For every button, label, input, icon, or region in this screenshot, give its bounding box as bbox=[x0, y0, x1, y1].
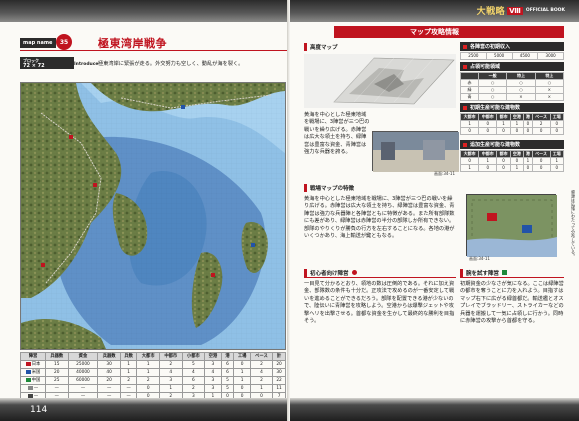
map-grid bbox=[21, 83, 285, 349]
flag-icon bbox=[27, 385, 33, 390]
strategy-info-title: マップ攻略情報 bbox=[410, 28, 459, 36]
book-logo-numeral: Ⅷ bbox=[507, 6, 523, 15]
forces-table-header: 陣営 兵器数 資金 兵器数 兵数 大都市 中都市 小都市 空港 港 工場 ベース… bbox=[20, 352, 286, 361]
flag-icon bbox=[27, 393, 33, 398]
right-bottom-band bbox=[290, 398, 579, 421]
china-flag-icon bbox=[502, 270, 508, 275]
introduce-label: Introduce bbox=[74, 62, 99, 67]
left-page-number: 114 bbox=[30, 405, 48, 415]
book-spread: map name 35 極東湾岸戦争 ブロック 72 × 72 Introduc… bbox=[0, 0, 579, 421]
added-production-header: 追加生産可能な建物数 bbox=[460, 140, 564, 149]
left-page: map name 35 極東湾岸戦争 ブロック 72 × 72 Introduc… bbox=[0, 0, 289, 421]
marker-icon bbox=[351, 270, 357, 275]
features-text: 黄海を中心とした極東地域を戦場に、3陣営が三つ巴の戦いを繰り広げる。赤陣営は広大… bbox=[304, 196, 455, 240]
overview-text: 黄海を中心とした極東地域を戦場に、3陣営が三つ巴の戦いを繰り広げる。赤陣営は広大… bbox=[304, 112, 370, 156]
initial-move-heading: 初心者向け陣営 bbox=[304, 268, 456, 278]
strategy-info-header: マップ攻略情報 bbox=[334, 26, 564, 38]
battle-map-features-heading: 戦場マップの特徴 bbox=[304, 183, 354, 193]
screenshot-2: 画面:34-11 bbox=[466, 194, 557, 261]
initial-production-header: 初期生産可能な建物数 bbox=[460, 103, 564, 112]
initial-forces-header: 各陣営の初期収入 bbox=[460, 42, 564, 51]
introduce-text: 極東湾岸に緊張が走る。外交努力も空しく、動乱が海を裂く。 bbox=[98, 61, 244, 67]
screenshot-1: 画面:34-11 bbox=[372, 131, 459, 176]
initial-move-text: 一目見て分かるとおり、領地の数は圧倒的である。それに加え資金、部隊数の条件も十分… bbox=[304, 281, 455, 325]
battle-map bbox=[20, 82, 286, 350]
initial-production-table: 大都市 中都市 都市 空港港ベース 工場 1011020 0000000 bbox=[459, 113, 565, 135]
map-name-tag: map name bbox=[20, 38, 56, 48]
block-size: 72 × 72 bbox=[23, 63, 45, 69]
map-header: map name 35 極東湾岸戦争 bbox=[20, 34, 288, 51]
map-number-badge: 35 bbox=[56, 34, 72, 50]
elevation-map-image bbox=[333, 57, 455, 105]
screenshot-2-image bbox=[467, 195, 557, 257]
forces-row-jp: 日本 15 25000 30 1 12 53 60 2 20 bbox=[20, 360, 286, 369]
screenshot-1-caption: 画面:34-11 bbox=[434, 171, 455, 176]
screenshot-1-image bbox=[373, 132, 459, 172]
defeat-china-text: 初期資金の少なさが気になる。ここは緑陣営の都市を奪うことに力を入れよう。目指すは… bbox=[460, 281, 564, 325]
elevation-map-heading: 高度マップ bbox=[304, 42, 338, 52]
occupied-areas-table: 一般 特上 特上 赤 ○ ○ ○ 緑 ○ ○ × 青 ○ × × bbox=[459, 72, 565, 101]
initial-forces-table: 2500 5000 4500 3000 bbox=[460, 52, 564, 60]
book-logo-text: 大戦略 bbox=[476, 7, 506, 17]
right-page: 大戦略 Ⅷ OFFICIAL BOOK マップ攻略情報 高度マップ 黄海を中心と… bbox=[290, 0, 579, 421]
forces-row-us: 米国 20 40000 40 1 14 44 61 4 30 bbox=[20, 368, 286, 377]
added-production-table: 大都市 中都市 都市 空港港ベース 工場 0100101 1001000 bbox=[459, 150, 565, 172]
book-logo: 大戦略 Ⅷ OFFICIAL BOOK bbox=[477, 4, 565, 17]
flag-icon bbox=[25, 361, 31, 366]
forces-row-cn: 中国 25 60000 20 2 23 63 51 2 22 bbox=[20, 376, 286, 385]
map-name-tag-label: map name bbox=[23, 40, 53, 46]
forces-row-other: — — — — — 01 23 50 1 11 bbox=[20, 384, 286, 393]
left-top-band bbox=[0, 0, 289, 22]
map-number: 35 bbox=[59, 38, 69, 46]
elevation-map-figure bbox=[304, 54, 456, 108]
flag-icon bbox=[25, 369, 31, 374]
occupied-areas-header: 占領可能領域 bbox=[460, 62, 564, 71]
book-logo-sub: OFFICIAL BOOK bbox=[525, 8, 565, 13]
map-title: 極東湾岸戦争 bbox=[98, 37, 167, 50]
side-note: 資源は広域にわたって分布している。 bbox=[571, 190, 576, 258]
battle-map-terrain bbox=[21, 83, 285, 349]
screenshot-2-caption: 画面:34-11 bbox=[469, 256, 490, 261]
block-box: ブロック 72 × 72 bbox=[20, 57, 74, 69]
defeat-china-heading: 腕を試す陣営 bbox=[460, 268, 564, 278]
flag-icon bbox=[25, 377, 31, 382]
